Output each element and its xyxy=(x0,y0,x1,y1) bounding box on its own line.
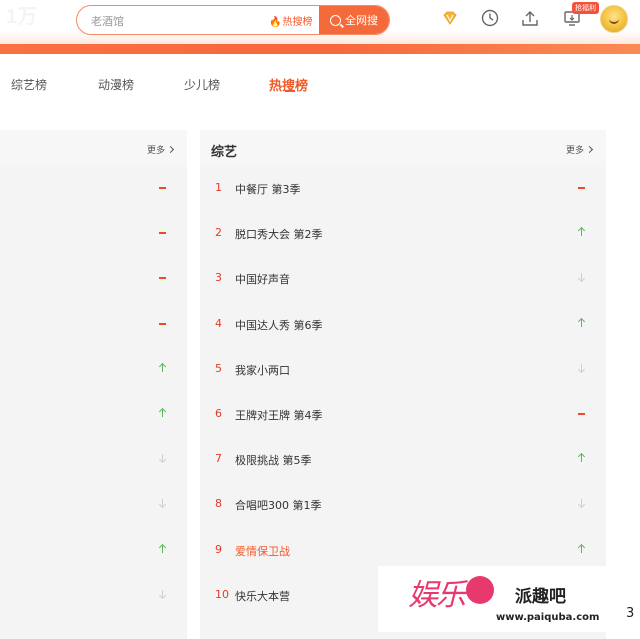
ranking-row[interactable]: 5 我家小两口 xyxy=(200,348,606,393)
trend-flat-icon xyxy=(157,315,169,331)
history-clock-icon[interactable] xyxy=(480,8,500,28)
welfare-badge[interactable]: 抢福利 xyxy=(572,2,599,14)
list-item[interactable] xyxy=(0,212,187,257)
tab-anime[interactable]: 动漫榜 xyxy=(98,76,134,93)
list-item[interactable] xyxy=(0,393,187,438)
trend-up-icon xyxy=(157,541,169,557)
variety-more-label: 更多 xyxy=(566,146,585,156)
panel-title: 综艺 xyxy=(211,145,238,160)
left-more-label: 更多 xyxy=(147,146,166,156)
trend-up-icon xyxy=(576,315,588,331)
ranking-row[interactable]: 7 极限挑战 第5季 xyxy=(200,438,606,483)
trend-down-icon xyxy=(157,450,169,466)
show-title[interactable]: 爱情保卫战 xyxy=(235,543,290,559)
category-tabs: 综艺榜 动漫榜 少儿榜 热搜榜 xyxy=(0,70,640,100)
list-item[interactable] xyxy=(0,574,187,619)
list-item[interactable] xyxy=(0,438,187,483)
show-title[interactable]: 极限挑战 第5季 xyxy=(235,452,312,468)
vip-diamond-icon[interactable] xyxy=(440,8,460,28)
trend-down-icon xyxy=(157,495,169,511)
show-title[interactable]: 快乐大本营 xyxy=(235,588,290,604)
list-item[interactable] xyxy=(0,167,187,212)
trend-up-icon xyxy=(576,224,588,240)
avatar[interactable] xyxy=(600,5,628,33)
ranking-row[interactable]: 2 脱口秀大会 第2季 xyxy=(200,212,606,257)
show-title[interactable]: 中餐厅 第3季 xyxy=(235,181,301,197)
list-item[interactable] xyxy=(0,529,187,574)
variety-panel-header: 综艺 更多 xyxy=(200,130,606,167)
show-title[interactable]: 王牌对王牌 第4季 xyxy=(235,407,323,423)
variety-ranking-panel: 综艺 更多 1 中餐厅 第3季 2 脱口秀大会 第2季 3 中国好声音 4 中国达人秀 第6季… xyxy=(200,130,606,639)
rank-number: 8 xyxy=(215,497,222,511)
rank-number: 9 xyxy=(215,542,222,556)
show-title[interactable]: 中国好声音 xyxy=(235,271,290,287)
trend-down-icon xyxy=(157,586,169,602)
rank-number: 1 xyxy=(215,181,222,194)
list-item[interactable] xyxy=(0,483,187,528)
watermark: 娱乐 派趣吧 www.paiquba.com xyxy=(378,566,618,632)
search-icon xyxy=(330,14,341,26)
watermark-circle-icon xyxy=(466,576,494,604)
search-box: 🔥热搜榜 全网搜 xyxy=(76,5,390,35)
show-title[interactable]: 脱口秀大会 第2季 xyxy=(235,226,323,242)
tab-variety[interactable]: 综艺榜 xyxy=(11,76,47,93)
left-ranking-panel: 更多 xyxy=(0,130,187,639)
tab-kids[interactable]: 少儿榜 xyxy=(184,76,220,93)
rank-number: 7 xyxy=(215,452,222,466)
rank-number: 6 xyxy=(215,407,222,420)
trend-up-icon xyxy=(576,450,588,466)
ranking-row[interactable]: 8 合唱吧300 第1季 xyxy=(200,483,606,528)
trend-flat-icon xyxy=(157,269,169,285)
hot-search-link[interactable]: 🔥热搜榜 xyxy=(269,13,312,28)
show-title[interactable]: 中国达人秀 第6季 xyxy=(235,317,323,333)
ranking-row[interactable]: 3 中国好声音 xyxy=(200,257,606,302)
header-accent-bar xyxy=(0,44,640,54)
variety-more-link[interactable]: 更多 xyxy=(566,143,594,156)
rank-number: 2 xyxy=(215,226,222,240)
left-more-link[interactable]: 更多 xyxy=(147,143,175,156)
ranking-row[interactable]: 6 王牌对王牌 第4季 xyxy=(200,393,606,438)
trend-flat-icon xyxy=(157,179,169,195)
trend-flat-icon xyxy=(576,405,588,421)
trend-flat-icon xyxy=(576,179,588,195)
search-button-label: 全网搜 xyxy=(345,14,378,27)
search-all-button[interactable]: 全网搜 xyxy=(319,6,389,34)
site-logo[interactable]: 1万 xyxy=(6,0,48,28)
trend-up-icon xyxy=(576,541,588,557)
list-item[interactable] xyxy=(0,257,187,302)
show-title[interactable]: 我家小两口 xyxy=(235,362,290,378)
ranking-row[interactable]: 4 中国达人秀 第6季 xyxy=(200,303,606,348)
hot-search-label: 热搜榜 xyxy=(282,17,313,28)
left-panel-header: 更多 xyxy=(0,130,187,167)
corner-number: 3 xyxy=(626,606,635,621)
rank-number: 4 xyxy=(215,316,222,330)
chevron-right-icon xyxy=(166,145,175,154)
trend-flat-icon xyxy=(157,224,169,240)
rank-number: 5 xyxy=(215,361,222,375)
watermark-brand: 派趣吧 xyxy=(515,587,566,607)
show-title[interactable]: 合唱吧300 第1季 xyxy=(235,497,322,513)
trend-up-icon xyxy=(157,405,169,421)
flame-icon: 🔥 xyxy=(269,17,282,28)
upload-icon[interactable] xyxy=(520,8,540,28)
watermark-url: www.paiquba.com xyxy=(496,612,600,623)
trend-down-icon xyxy=(576,269,588,285)
active-tab-indicator xyxy=(285,90,295,92)
chevron-right-icon xyxy=(585,145,594,154)
list-item[interactable] xyxy=(0,303,187,348)
ranking-row[interactable]: 1 中餐厅 第3季 xyxy=(200,167,606,212)
top-header: 1万 🔥热搜榜 全网搜 抢福利 xyxy=(0,0,640,44)
trend-down-icon xyxy=(576,360,588,376)
watermark-logo: 娱乐 xyxy=(408,578,466,613)
rank-number: 3 xyxy=(215,271,222,285)
list-item[interactable] xyxy=(0,348,187,393)
trend-up-icon xyxy=(157,360,169,376)
trend-down-icon xyxy=(576,495,588,511)
rank-number: 10 xyxy=(215,587,229,601)
